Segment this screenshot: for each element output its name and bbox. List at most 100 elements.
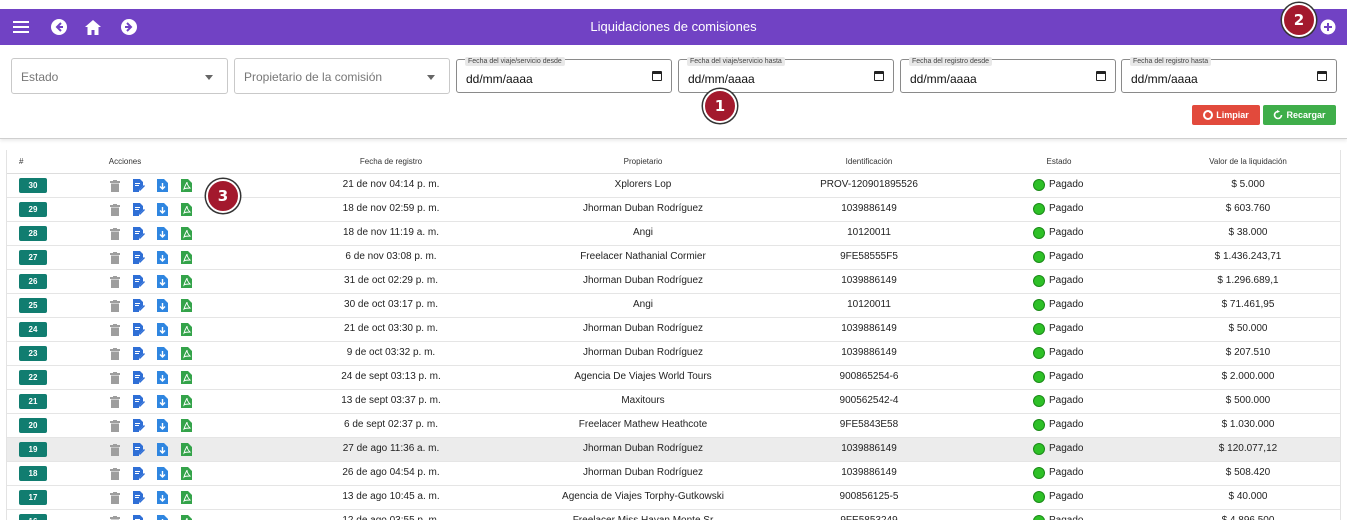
table-row[interactable]: 16 12 de ago 03:55 p. m. Freelacer Miss Ha… — [7, 510, 1340, 520]
fecha-viaje-hasta-field[interactable]: Fecha del viaje/servicio hasta dd/mm/aaa… — [678, 57, 894, 93]
trash-icon[interactable] — [110, 251, 122, 265]
calendar-icon[interactable] — [874, 71, 884, 81]
estado-select[interactable]: Estado — [11, 58, 228, 94]
trash-icon[interactable] — [110, 419, 122, 433]
download-icon[interactable] — [157, 347, 169, 361]
edit-document-icon[interactable] — [133, 179, 145, 193]
edit-document-icon[interactable] — [133, 395, 145, 409]
table-row[interactable]: 28 18 de nov 11:19 a. m. Angi 10120011 Pagad… — [7, 222, 1340, 246]
trash-icon[interactable] — [110, 467, 122, 481]
fecha-viaje-desde-field[interactable]: Fecha del viaje/servicio desde dd/mm/aaa… — [456, 57, 672, 93]
pdf-icon[interactable] — [181, 395, 193, 409]
trash-icon[interactable] — [110, 491, 122, 505]
propietario-select[interactable]: Propietario de la comisión — [234, 58, 450, 94]
reload-button[interactable]: Recargar — [1263, 105, 1336, 125]
edit-document-icon[interactable] — [133, 467, 145, 481]
estado-cell: Pagado — [1049, 203, 1084, 214]
edit-document-icon[interactable] — [133, 347, 145, 361]
edit-document-icon[interactable] — [133, 371, 145, 385]
recycle-icon — [1203, 110, 1214, 120]
download-icon[interactable] — [157, 395, 169, 409]
identificacion-cell: 1039886149 — [841, 467, 897, 478]
table-row[interactable]: 24 21 de oct 03:30 p. m. Jhorman Duban Rod… — [7, 318, 1340, 342]
trash-icon[interactable] — [110, 179, 122, 193]
pdf-icon[interactable] — [181, 443, 193, 457]
trash-icon[interactable] — [110, 515, 122, 520]
table-row[interactable]: 21 13 de sept 03:37 p. m. Maxitours 9005625… — [7, 390, 1340, 414]
edit-document-icon[interactable] — [133, 251, 145, 265]
table-row[interactable]: 25 30 de oct 03:17 p. m. Angi 10120011 Pagad… — [7, 294, 1340, 318]
edit-document-icon[interactable] — [133, 443, 145, 457]
trash-icon[interactable] — [110, 275, 122, 289]
download-icon[interactable] — [157, 491, 169, 505]
calendar-icon[interactable] — [1096, 71, 1106, 81]
row-id-badge: 27 — [19, 250, 47, 265]
table-row[interactable]: 17 13 de ago 10:45 a. m. Agencia de Viajes… — [7, 486, 1340, 510]
valor-cell: $ 603.760 — [1225, 203, 1271, 214]
download-icon[interactable] — [157, 515, 169, 520]
download-icon[interactable] — [157, 467, 169, 481]
download-icon[interactable] — [157, 371, 169, 385]
calendar-icon[interactable] — [652, 71, 662, 81]
download-icon[interactable] — [157, 299, 169, 313]
app-toolbar: Liquidaciones de comisiones — [0, 9, 1347, 45]
valor-cell: $ 50.000 — [1228, 323, 1268, 334]
edit-document-icon[interactable] — [133, 491, 145, 505]
pdf-icon[interactable] — [181, 347, 193, 361]
table-row[interactable]: 22 24 de sept 03:13 p. m. Agencia De Viaje… — [7, 366, 1340, 390]
edit-document-icon[interactable] — [133, 515, 145, 520]
pdf-icon[interactable] — [181, 515, 193, 520]
trash-icon[interactable] — [110, 323, 122, 337]
pdf-icon[interactable] — [181, 227, 193, 241]
download-icon[interactable] — [157, 443, 169, 457]
trash-icon[interactable] — [110, 443, 122, 457]
edit-document-icon[interactable] — [133, 323, 145, 337]
trash-icon[interactable] — [110, 371, 122, 385]
edit-document-icon[interactable] — [133, 203, 145, 217]
download-icon[interactable] — [157, 179, 169, 193]
trash-icon[interactable] — [110, 395, 122, 409]
pdf-icon[interactable] — [181, 179, 193, 193]
trash-icon[interactable] — [110, 299, 122, 313]
table-row[interactable]: 20 6 de sept 02:37 p. m. Freelacer Mathew … — [7, 414, 1340, 438]
pdf-icon[interactable] — [181, 371, 193, 385]
table-row[interactable]: 18 26 de ago 04:54 p. m. Jhorman Duban Rod… — [7, 462, 1340, 486]
trash-icon[interactable] — [110, 203, 122, 217]
download-icon[interactable] — [157, 419, 169, 433]
table-row[interactable]: 19 27 de ago 11:36 a. m. Jhorman Duban Rod… — [7, 438, 1340, 462]
calendar-icon[interactable] — [1317, 71, 1327, 81]
table-row[interactable]: 27 6 de nov 03:08 p. m. Freelacer Nathania… — [7, 246, 1340, 270]
pdf-icon[interactable] — [181, 299, 193, 313]
fecha-registro-hasta-field[interactable]: Fecha del registro hasta dd/mm/aaaa — [1121, 57, 1337, 93]
download-icon[interactable] — [157, 227, 169, 241]
identificacion-cell: 1039886149 — [841, 443, 897, 454]
pdf-icon[interactable] — [181, 419, 193, 433]
edit-document-icon[interactable] — [133, 419, 145, 433]
edit-document-icon[interactable] — [133, 299, 145, 313]
pdf-icon[interactable] — [181, 491, 193, 505]
add-circle-icon[interactable] — [1319, 18, 1337, 36]
edit-document-icon[interactable] — [133, 227, 145, 241]
download-icon[interactable] — [157, 251, 169, 265]
clear-button[interactable]: Limpiar — [1192, 105, 1260, 125]
trash-icon[interactable] — [110, 347, 122, 361]
row-id-badge: 16 — [19, 514, 47, 520]
col-header-fecha: Fecha de registro — [359, 157, 423, 166]
download-icon[interactable] — [157, 203, 169, 217]
fecha-registro-desde-field[interactable]: Fecha del registro desde dd/mm/aaaa — [900, 57, 1116, 93]
row-id-badge: 25 — [19, 298, 47, 313]
pdf-icon[interactable] — [181, 203, 193, 217]
pdf-icon[interactable] — [181, 467, 193, 481]
identificacion-cell: 1039886149 — [841, 347, 897, 358]
download-icon[interactable] — [157, 323, 169, 337]
pdf-icon[interactable] — [181, 275, 193, 289]
trash-icon[interactable] — [110, 227, 122, 241]
pdf-icon[interactable] — [181, 251, 193, 265]
table-header: # Acciones Fecha de registro Propietario… — [7, 150, 1340, 174]
clear-label: Limpiar — [1216, 110, 1249, 120]
table-row[interactable]: 23 9 de oct 03:32 p. m. Jhorman Duban Rodr… — [7, 342, 1340, 366]
table-row[interactable]: 26 31 de oct 02:29 p. m. Jhorman Duban Rod… — [7, 270, 1340, 294]
edit-document-icon[interactable] — [133, 275, 145, 289]
pdf-icon[interactable] — [181, 323, 193, 337]
download-icon[interactable] — [157, 275, 169, 289]
